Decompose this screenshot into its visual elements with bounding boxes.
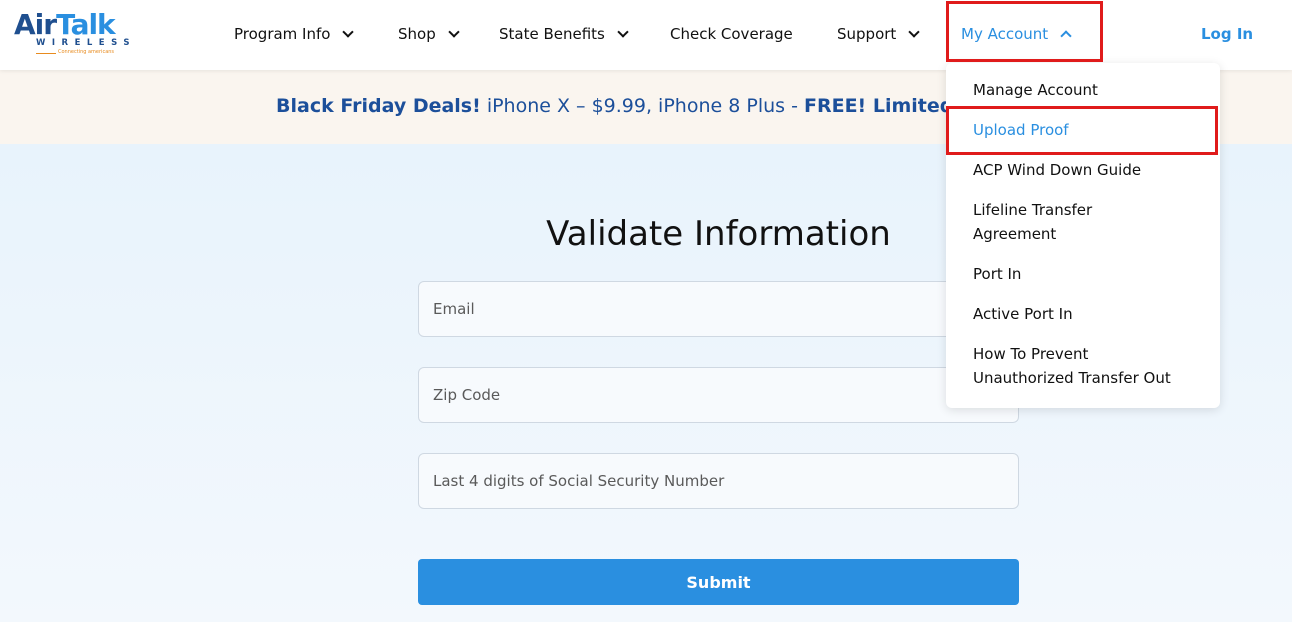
email-field[interactable]: Email xyxy=(418,281,1019,337)
nav-program-info[interactable]: Program Info xyxy=(234,22,355,46)
menu-item-acp-wind-down-guide[interactable]: ACP Wind Down Guide xyxy=(973,158,1203,182)
nav-label: Shop xyxy=(398,25,436,43)
airtalk-logo[interactable]: Air Talk WIRELESS Connecting americans xyxy=(14,8,148,60)
logo-tagline: Connecting americans xyxy=(58,49,115,55)
ssn-last4-field[interactable]: Last 4 digits of Social Security Number xyxy=(418,453,1019,509)
menu-item-lifeline-transfer-agreement[interactable]: Lifeline Transfer Agreement xyxy=(973,198,1203,246)
my-account-highlight-box xyxy=(946,1,1103,62)
logo-wireless-text: WIRELESS xyxy=(36,38,136,48)
menu-item-active-port-in[interactable]: Active Port In xyxy=(973,302,1203,326)
logo-wordmark: Air Talk xyxy=(14,8,116,42)
upload-proof-highlight-box xyxy=(946,106,1218,155)
nav-support[interactable]: Support xyxy=(837,22,920,46)
nav-state-benefits[interactable]: State Benefits xyxy=(499,22,629,46)
nav-shop[interactable]: Shop xyxy=(398,22,460,46)
chevron-down-icon xyxy=(448,26,460,38)
menu-item-line: How To Prevent xyxy=(973,345,1089,363)
chevron-down-icon xyxy=(617,26,629,38)
menu-item-port-in[interactable]: Port In xyxy=(973,262,1203,286)
chevron-down-icon xyxy=(342,26,355,38)
banner-free: FREE! Limited xyxy=(803,95,954,117)
menu-item-line: Agreement xyxy=(973,225,1057,243)
banner-text[interactable]: Black Friday Deals! iPhone X – $9.99, iP… xyxy=(276,95,953,117)
nav-label: Program Info xyxy=(234,25,331,43)
menu-item-line: Unauthorized Transfer Out xyxy=(973,369,1171,387)
logo-pulse-line xyxy=(36,53,56,54)
menu-item-prevent-unauthorized-transfer[interactable]: How To Prevent Unauthorized Transfer Out xyxy=(973,342,1203,390)
nav-label: Check Coverage xyxy=(670,25,793,43)
banner-headline: Black Friday Deals! xyxy=(276,95,481,117)
logo-talk-text: Talk xyxy=(56,8,116,41)
chevron-down-icon xyxy=(908,26,920,38)
nav-label: State Benefits xyxy=(499,25,605,43)
nav-label: Support xyxy=(837,25,897,43)
menu-item-manage-account[interactable]: Manage Account xyxy=(973,78,1203,102)
menu-item-line: Lifeline Transfer xyxy=(973,201,1093,219)
nav-check-coverage[interactable]: Check Coverage xyxy=(670,22,793,46)
login-link[interactable]: Log In xyxy=(1201,22,1253,46)
logo-air-text: Air xyxy=(14,8,57,41)
submit-button[interactable]: Submit xyxy=(418,559,1019,605)
zip-code-field[interactable]: Zip Code xyxy=(418,367,1019,423)
banner-deals: iPhone X – $9.99, iPhone 8 Plus - xyxy=(480,95,804,117)
